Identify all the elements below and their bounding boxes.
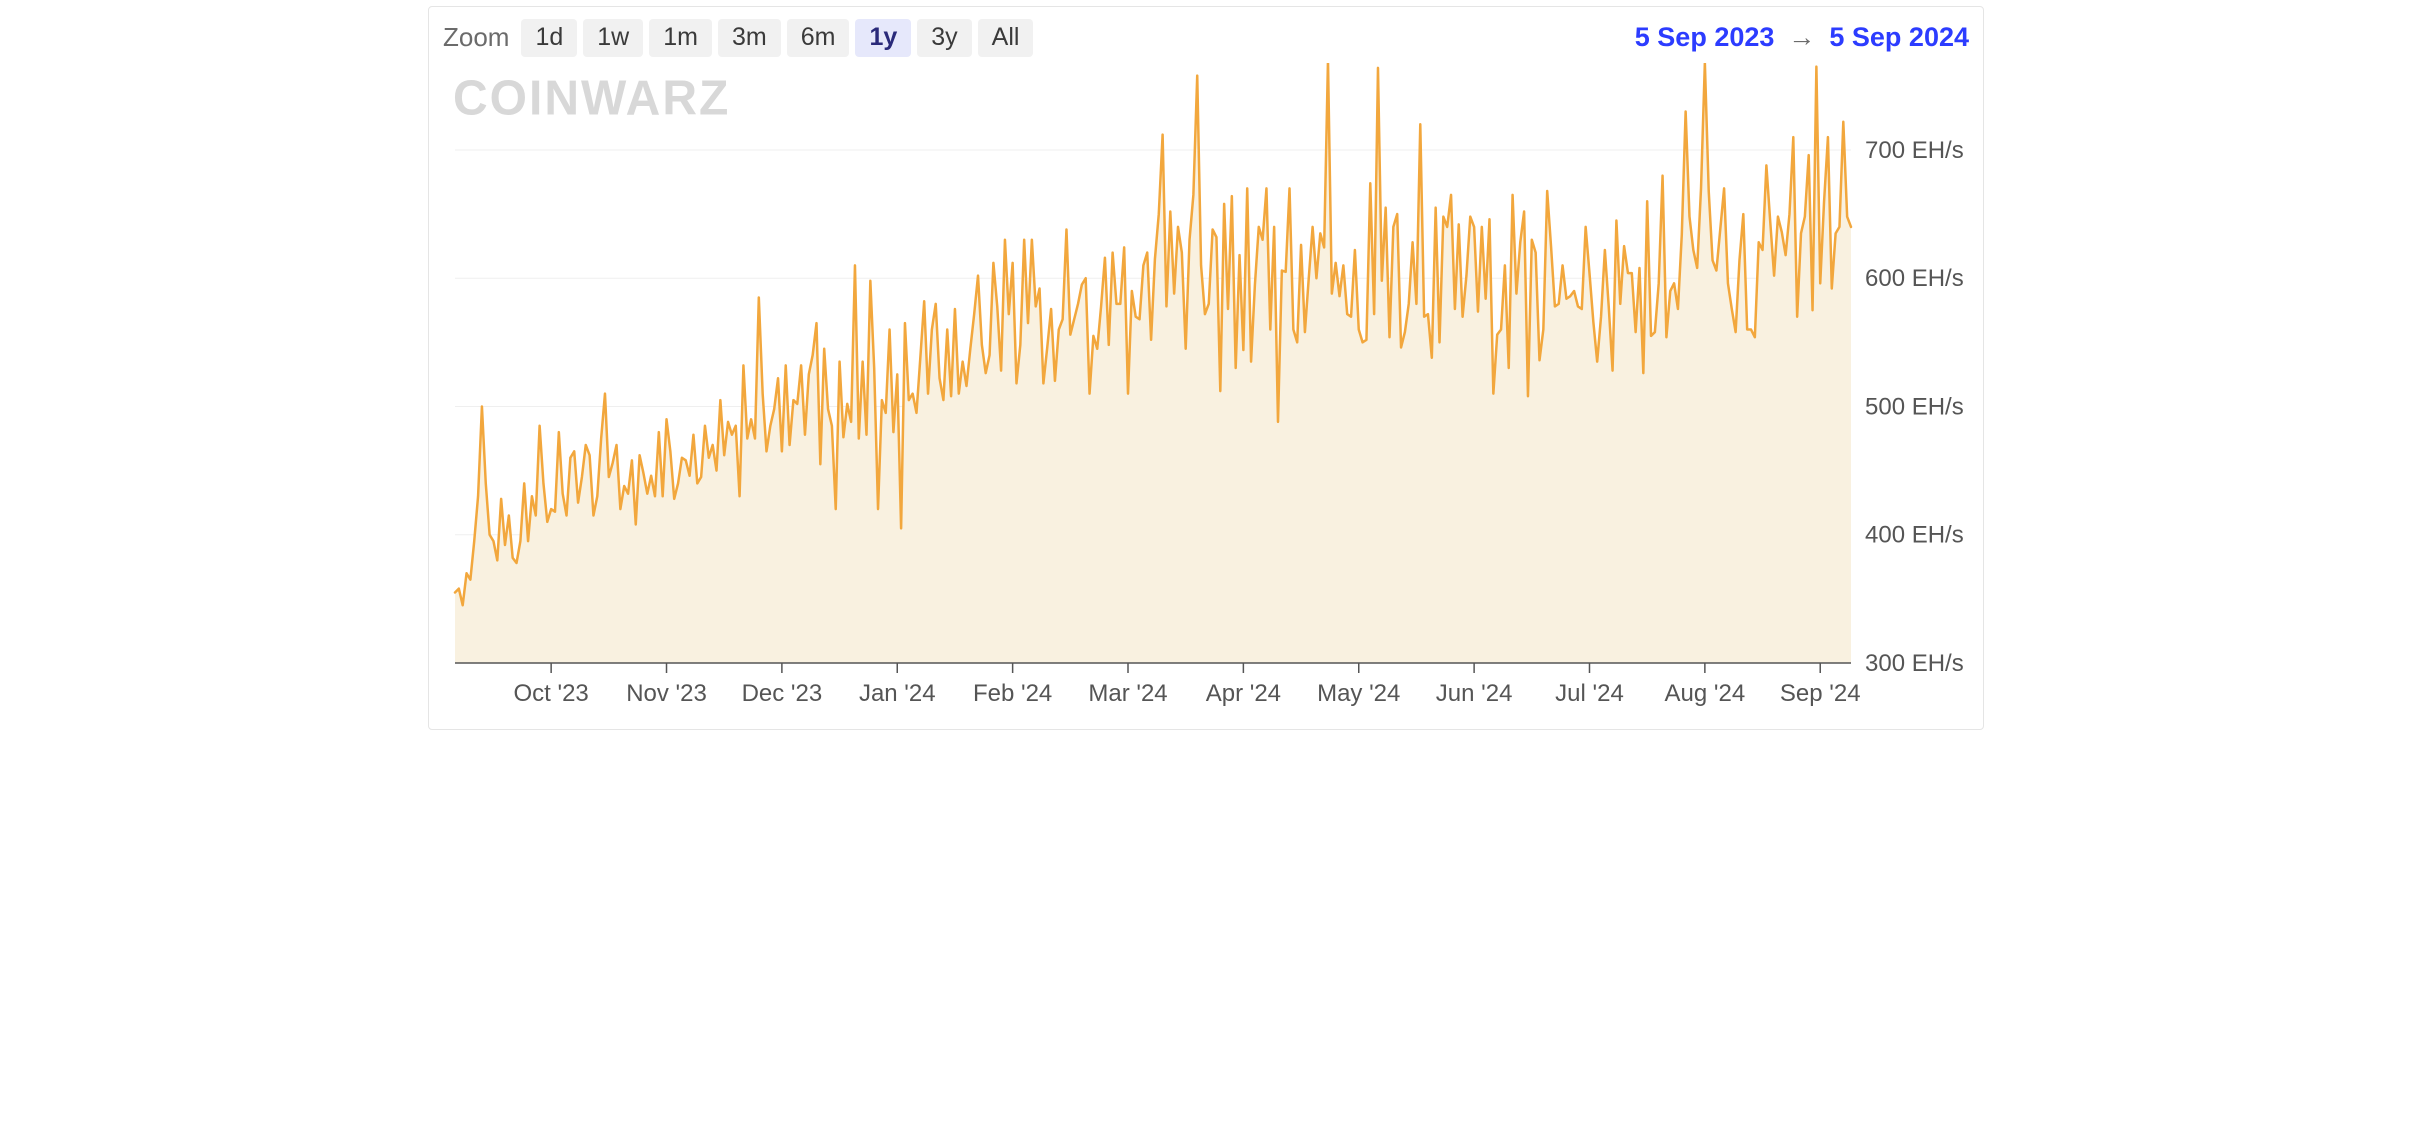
x-tick-label: Oct '23 [514,680,589,707]
zoom-btn-3m[interactable]: 3m [718,19,781,57]
range-from[interactable]: 5 Sep 2023 [1635,22,1775,53]
x-tick-label: Nov '23 [626,680,707,707]
x-tick-label: Sep '24 [1780,680,1861,707]
chart-container: Zoom 1d 1w 1m 3m 6m 1y 3y All 5 Sep 2023… [428,6,1984,730]
zoom-btn-1y[interactable]: 1y [855,19,911,57]
x-tick-label: Jul '24 [1555,680,1624,707]
series-area [455,63,1851,663]
x-tick-label: Feb '24 [973,680,1052,707]
x-tick-label: Dec '23 [742,680,823,707]
x-tick-label: Jun '24 [1436,680,1513,707]
chart-toolbar: Zoom 1d 1w 1m 3m 6m 1y 3y All 5 Sep 2023… [443,19,1969,57]
zoom-btn-3y[interactable]: 3y [917,19,971,57]
x-tick-label: Aug '24 [1665,680,1746,707]
zoom-btn-1m[interactable]: 1m [649,19,712,57]
y-tick-label: 500 EH/s [1865,393,1964,420]
arrow-right-icon: → [1788,22,1815,53]
x-tick-label: Apr '24 [1206,680,1281,707]
y-tick-label: 300 EH/s [1865,650,1964,677]
x-tick-label: Jan '24 [859,680,936,707]
chart-svg[interactable]: 300 EH/s 400 EH/s 500 EH/s 600 EH/s 700 EH/s… [443,63,1971,713]
y-tick-label: 600 EH/s [1865,265,1964,292]
zoom-label: Zoom [443,22,509,53]
x-tick-label: May '24 [1317,680,1400,707]
zoom-btn-all[interactable]: All [978,19,1034,57]
x-tick-label: Mar '24 [1088,680,1167,707]
plot-area[interactable]: COINWARZ 300 EH/s400 EH/s500 EH/s600 EH/… [443,63,1969,713]
range-to[interactable]: 5 Sep 2024 [1829,22,1969,53]
zoom-btn-6m[interactable]: 6m [787,19,850,57]
y-tick-label: 400 EH/s [1865,521,1964,548]
y-tick-label: 700 EH/s [1865,136,1964,163]
zoom-group: Zoom 1d 1w 1m 3m 6m 1y 3y All [443,19,1033,57]
zoom-btn-1w[interactable]: 1w [583,19,643,57]
date-range: 5 Sep 2023 → 5 Sep 2024 [1635,22,1969,53]
zoom-btn-1d[interactable]: 1d [521,19,577,57]
